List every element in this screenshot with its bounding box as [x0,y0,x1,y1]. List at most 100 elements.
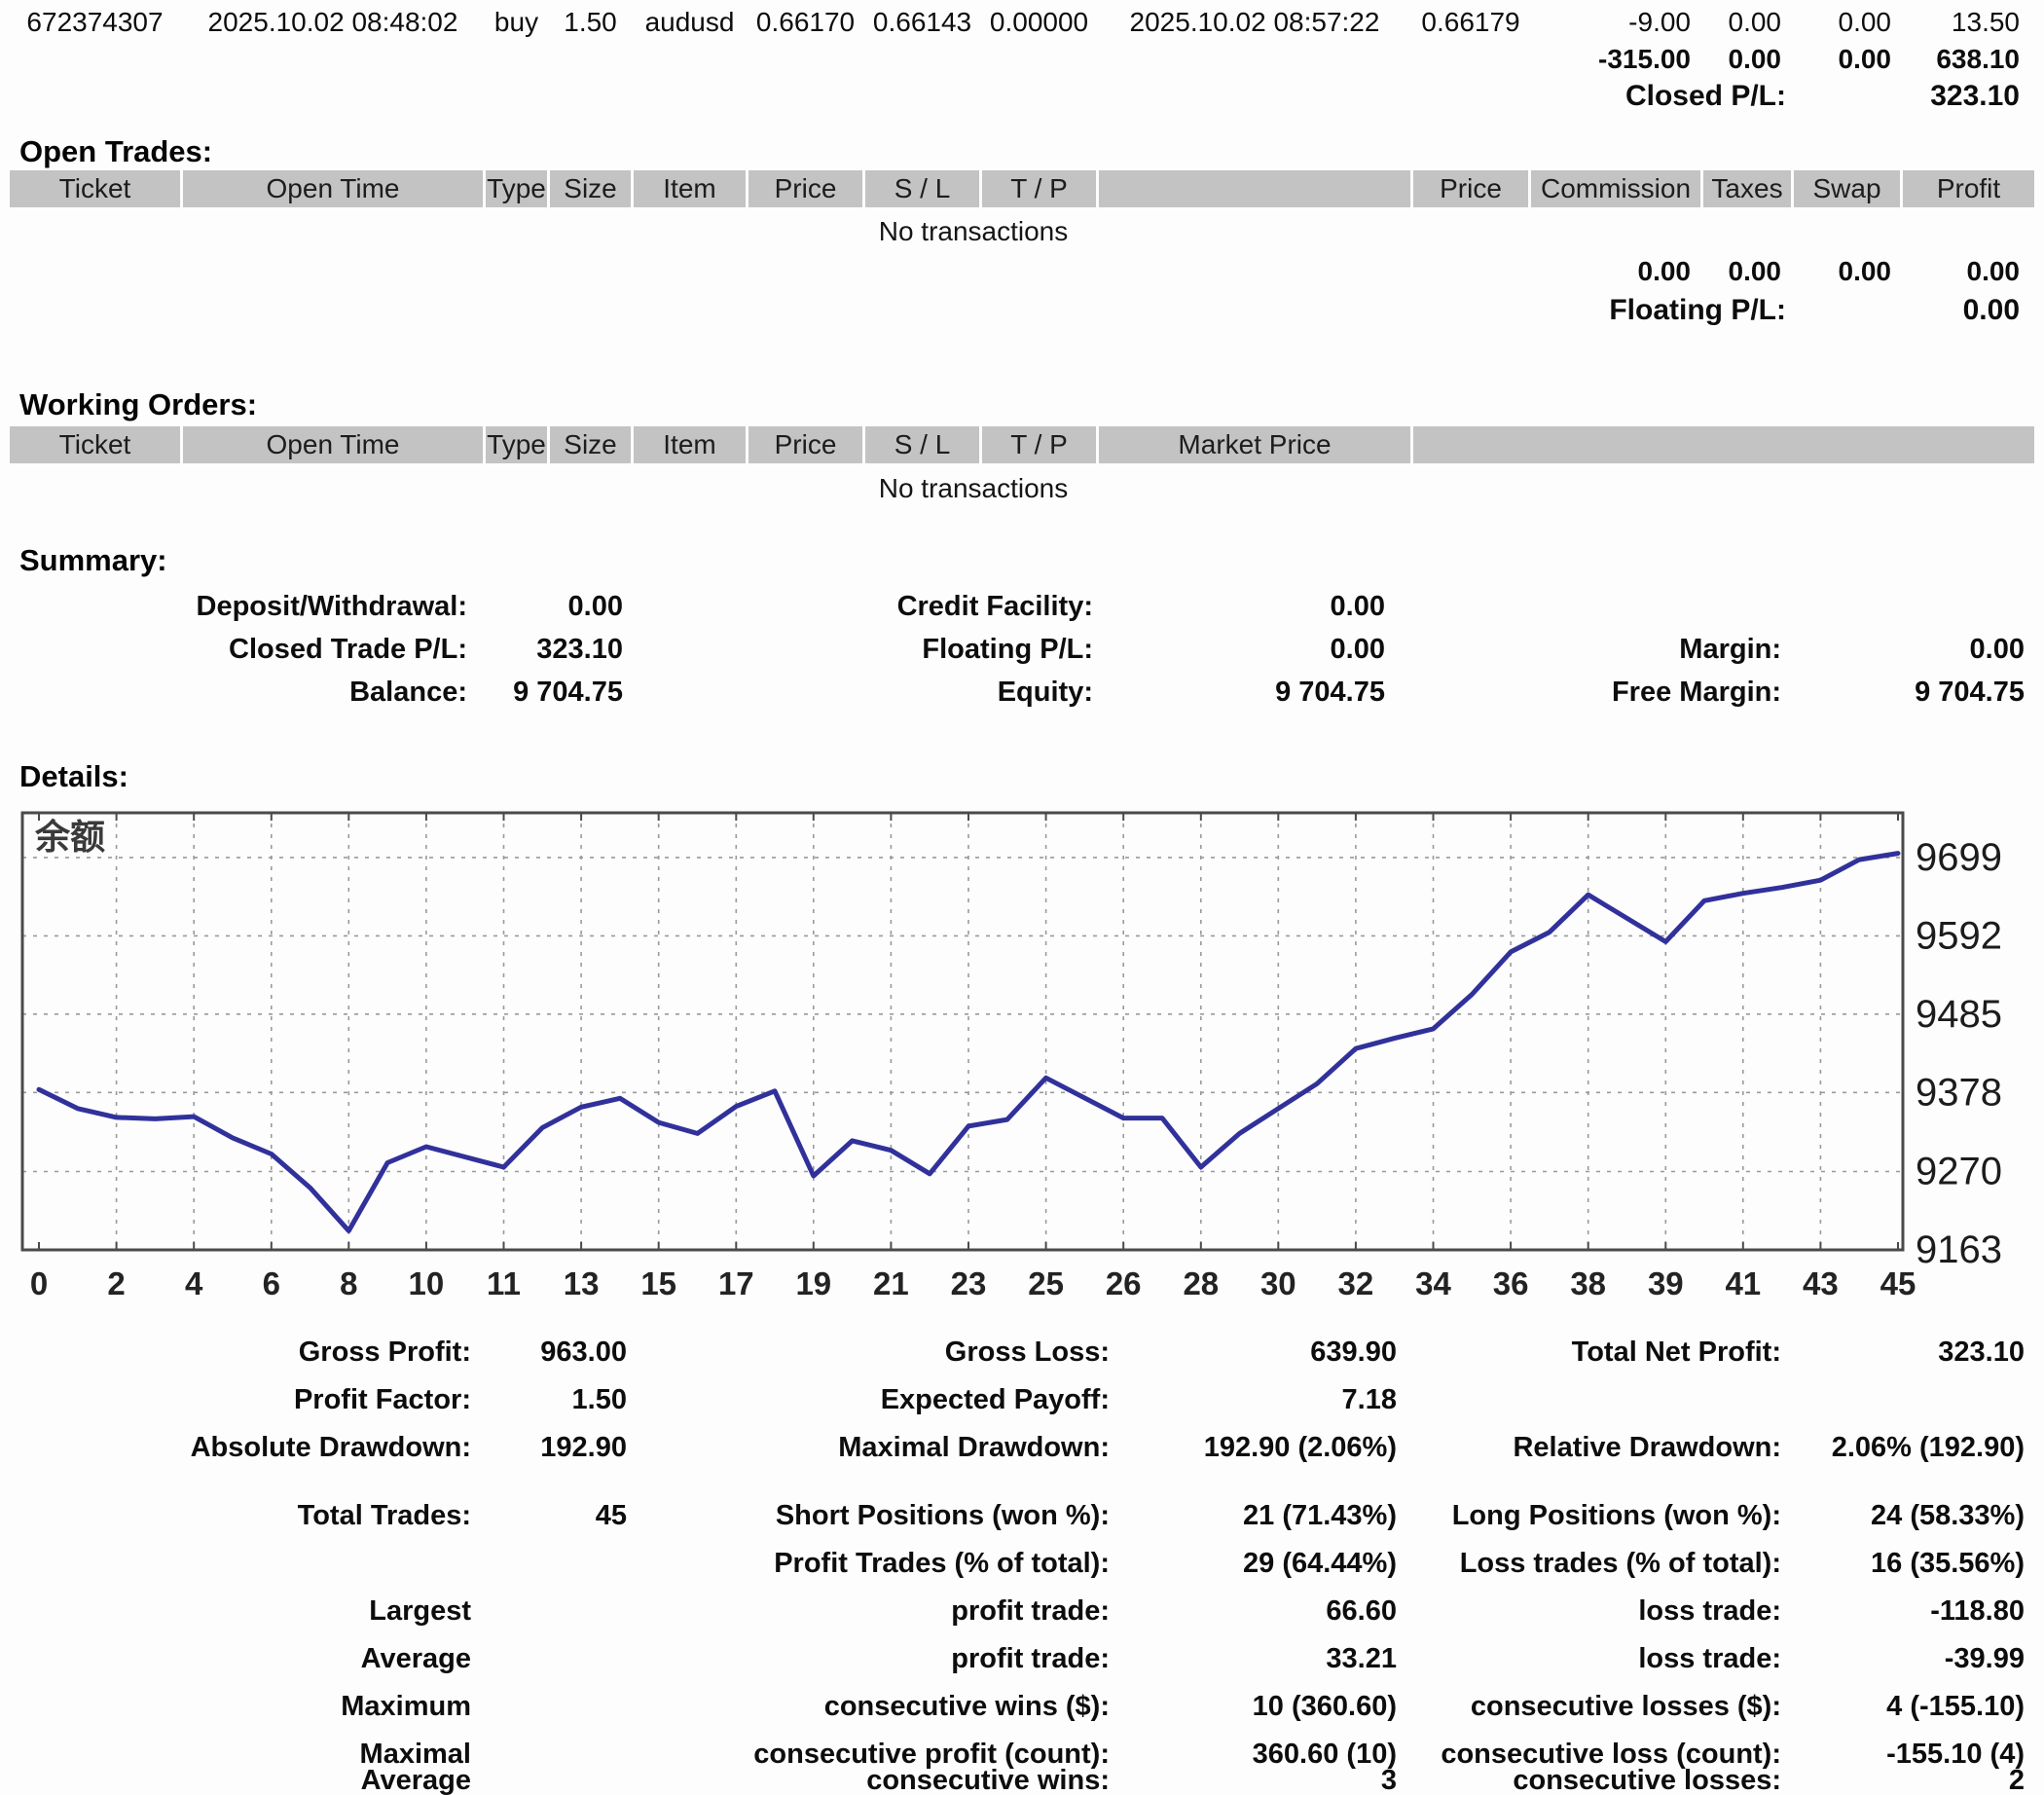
credit-facility-value: 0.00 [1171,590,1385,623]
average-loss-trade-value: -39.99 [1791,1642,2025,1675]
profit-factor-value: 1.50 [491,1383,627,1416]
gross-loss-label: Gross Loss: [720,1336,1110,1369]
average-profit-trade-value: 33.21 [1153,1642,1397,1675]
stats-row: Average profit trade: 33.21 loss trade: … [0,1642,2044,1675]
summary-heading: Summary: [19,543,167,578]
open-trades-empty: No transactions [0,216,1947,247]
x-tick-label: 36 [1493,1265,1529,1301]
x-tick-label: 34 [1415,1265,1451,1301]
col-ticket: Ticket [10,170,180,207]
trade-profit: 13.50 [1854,6,2020,39]
deposit-withdrawal-label: Deposit/Withdrawal: [117,590,467,623]
long-positions-value: 24 (58.33%) [1791,1499,2025,1532]
col-swap: Swap [1794,170,1900,207]
gross-loss-value: 639.90 [1153,1336,1397,1369]
col-type: Type [486,170,547,207]
x-tick-label: 25 [1028,1265,1064,1301]
summary-row: Deposit/Withdrawal: 0.00 Credit Facility… [0,590,2044,623]
working-orders-header: Ticket Open Time Type Size Item Price S … [0,426,2044,463]
profit-trades-value: 29 (64.44%) [1153,1547,1397,1580]
y-tick-label: 9699 [1916,836,2002,879]
col-size: Size [550,426,631,463]
x-tick-label: 32 [1338,1265,1374,1301]
y-tick-label: 9592 [1916,914,2002,957]
largest-profit-trade-label: profit trade: [720,1594,1110,1628]
trade-open-time: 2025.10.02 08:48:02 [183,6,483,39]
balance-value: 9 704.75 [487,676,623,709]
statement-report: 672374307 2025.10.02 08:48:02 buy 1.50 a… [0,0,2044,1795]
x-tick-label: 4 [185,1265,203,1301]
avg-consecutive-wins-value: 3 [1153,1764,1397,1795]
col-taxes: Taxes [1703,170,1791,207]
x-tick-label: 30 [1260,1265,1296,1301]
floating-pl-label: Floating P/L: [1494,294,1786,327]
y-tick-label: 9270 [1916,1151,2002,1193]
maximal-drawdown-label: Maximal Drawdown: [720,1431,1110,1464]
floating-pl-value: 0.00 [1171,633,1385,666]
expected-payoff-value: 7.18 [1153,1383,1397,1416]
col-open-time: Open Time [183,170,483,207]
avg-consecutive-wins-label: consecutive wins: [720,1764,1110,1795]
equity-label: Equity: [743,676,1093,709]
x-tick-label: 26 [1106,1265,1142,1301]
stats-row: Largest profit trade: 66.60 loss trade: … [0,1594,2044,1628]
avg-consecutive-losses-value: 2 [1791,1764,2025,1795]
closed-pl-value: 323.10 [1854,80,2020,113]
consecutive-losses-label: consecutive losses ($): [1392,1690,1781,1723]
working-orders-empty: No transactions [0,473,1947,504]
absolute-drawdown-value: 192.90 [491,1431,627,1464]
short-positions-label: Short Positions (won %): [720,1499,1110,1532]
x-tick-label: 23 [951,1265,987,1301]
col-close-price: Price [1413,170,1528,207]
series-label: 余额 [34,817,105,857]
col-sl: S / L [865,170,979,207]
stats-row: Profit Trades (% of total): 29 (64.44%) … [0,1547,2044,1580]
consecutive-wins-value: 10 (360.60) [1153,1690,1397,1723]
summary-row: Closed Trade P/L: 323.10 Floating P/L: 0… [0,633,2044,666]
relative-drawdown-label: Relative Drawdown: [1392,1431,1781,1464]
profit-trades-label: Profit Trades (% of total): [720,1547,1110,1580]
average-label: Average [101,1764,471,1795]
expected-payoff-label: Expected Payoff: [720,1383,1110,1416]
floating-pl-row: Floating P/L: 0.00 [0,294,2044,327]
x-tick-label: 6 [263,1265,280,1301]
total-profit: 638.10 [1854,43,2020,76]
x-tick-label: 2 [107,1265,125,1301]
consecutive-wins-label: consecutive wins ($): [720,1690,1110,1723]
col-type: Type [486,426,547,463]
trade-sl: 0.66143 [865,6,979,39]
stats-row: Average consecutive wins: 3 consecutive … [0,1764,2044,1795]
total-trades-label: Total Trades: [101,1499,471,1532]
short-positions-value: 21 (71.43%) [1153,1499,1397,1532]
trade-tp: 0.00000 [982,6,1096,39]
y-tick-label: 9485 [1916,993,2002,1036]
closed-pl-label: Closed P/L: [1494,80,1786,113]
x-tick-label: 39 [1648,1265,1684,1301]
loss-trades-label: Loss trades (% of total): [1392,1547,1781,1580]
closed-trade-pl-label: Closed Trade P/L: [117,633,467,666]
trade-open-price: 0.66170 [748,6,862,39]
free-margin-label: Free Margin: [1431,676,1781,709]
largest-loss-trade-label: loss trade: [1392,1594,1781,1628]
free-margin-value: 9 704.75 [1830,676,2025,709]
credit-facility-label: Credit Facility: [743,590,1093,623]
col-profit: Profit [1903,170,2034,207]
margin-value: 0.00 [1830,633,2025,666]
gross-profit-label: Gross Profit: [101,1336,471,1369]
relative-drawdown-value: 2.06% (192.90) [1791,1431,2025,1464]
closed-totals-row: -315.00 0.00 0.00 638.10 [0,43,2044,76]
col-size: Size [550,170,631,207]
floating-pl-label: Floating P/L: [743,633,1093,666]
col-commission: Commission [1531,170,1700,207]
col-market-price: Market Price [1099,426,1410,463]
y-tick-label: 9378 [1916,1071,2002,1114]
consecutive-losses-value: 4 (-155.10) [1791,1690,2025,1723]
details-heading: Details: [19,759,128,794]
trade-close-time: 2025.10.02 08:57:22 [1099,6,1410,39]
working-orders-heading: Working Orders: [19,387,257,422]
largest-profit-trade-value: 66.60 [1153,1594,1397,1628]
stats-row: Absolute Drawdown: 192.90 Maximal Drawdo… [0,1431,2044,1464]
x-tick-label: 17 [718,1265,754,1301]
x-tick-label: 8 [340,1265,357,1301]
trade-item: audusd [634,6,746,39]
